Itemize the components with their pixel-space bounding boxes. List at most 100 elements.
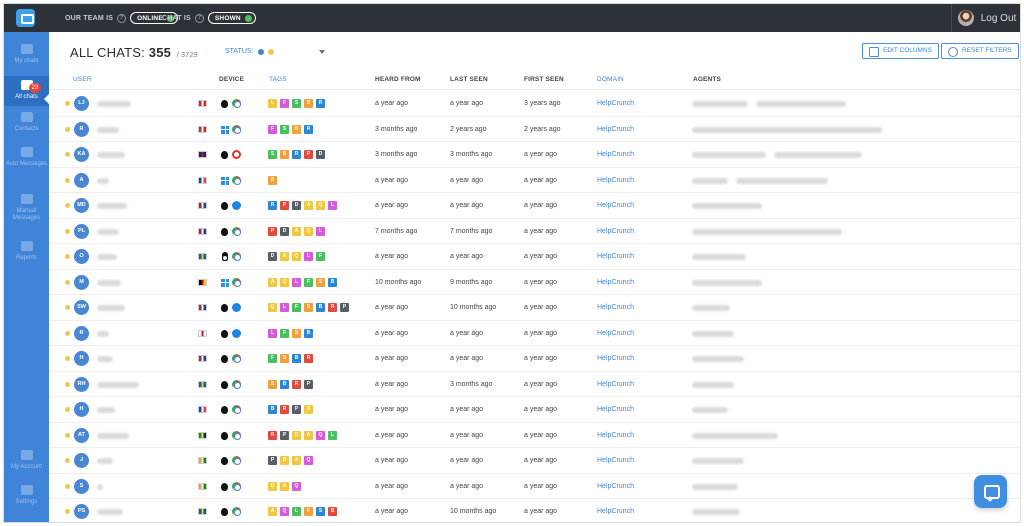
column-user[interactable]: USER <box>73 76 92 83</box>
tag-chip[interactable]: B <box>268 405 277 414</box>
column-tags[interactable]: TAGS <box>269 76 287 83</box>
tag-chip[interactable]: Q <box>280 507 289 516</box>
domain-link[interactable]: HelpCrunch <box>597 355 634 362</box>
chat-shown-toggle[interactable]: SHOWN <box>207 12 256 24</box>
tag-chip[interactable]: P <box>268 226 277 236</box>
tag-chip[interactable]: F <box>304 277 313 287</box>
chevron-down-icon[interactable] <box>319 50 325 54</box>
helpcrunch-logo-icon[interactable] <box>16 9 35 27</box>
tag-chip[interactable]: S <box>268 150 277 159</box>
table-row[interactable]: LJ LFSBR a year ago a year ago 3 years a… <box>49 91 1020 117</box>
tag-chip[interactable]: A <box>280 481 289 491</box>
tag-chip[interactable]: L <box>304 252 313 261</box>
tag-chip[interactable]: B <box>328 507 337 516</box>
tag-chip[interactable]: S <box>292 99 301 108</box>
column-last-seen[interactable]: LAST SEEN <box>450 76 488 83</box>
column-device[interactable]: DEVICE <box>219 76 244 83</box>
avatar[interactable]: O <box>74 249 89 264</box>
table-row[interactable]: J PDAQ a year ago a year ago a year ago … <box>49 448 1020 474</box>
tag-chip[interactable]: S <box>316 277 325 287</box>
avatar[interactable]: S <box>74 478 89 494</box>
tag-chip[interactable]: F <box>268 124 277 134</box>
table-row[interactable]: R LFSB a year ago a year ago a year ago … <box>49 321 1020 346</box>
tag-chip[interactable]: L <box>328 201 337 210</box>
sidebar-item-contacts[interactable]: Contacts <box>4 112 49 136</box>
tag-chip[interactable]: S <box>268 379 277 389</box>
tag-chip[interactable]: B <box>328 277 337 287</box>
tag-chip[interactable]: R <box>328 303 337 312</box>
tag-chip[interactable]: B <box>280 379 289 389</box>
tag-chip[interactable]: P <box>292 405 301 414</box>
table-row[interactable]: AT RPDAQL a year ago a year ago a year a… <box>49 423 1020 448</box>
avatar[interactable]: H <box>74 402 89 417</box>
tag-chip[interactable]: B <box>268 175 277 185</box>
tag-chip[interactable]: B <box>316 303 325 312</box>
column-first-seen[interactable]: FIRST SEEN <box>524 76 564 83</box>
tag-chip[interactable]: B <box>292 354 301 363</box>
tag-chip[interactable]: R <box>304 124 313 134</box>
avatar[interactable]: SW <box>74 300 89 315</box>
avatar[interactable]: R <box>74 325 89 341</box>
domain-link[interactable]: HelpCrunch <box>597 457 634 464</box>
table-row[interactable]: PL PDAQL 7 months ago 7 months ago a yea… <box>49 219 1020 244</box>
tag-chip[interactable]: A <box>304 430 313 440</box>
domain-link[interactable]: HelpCrunch <box>597 202 634 209</box>
table-row[interactable]: RH SBRP a year ago 3 months ago a year a… <box>49 372 1020 397</box>
tag-chip[interactable]: R <box>268 201 277 210</box>
tag-chip[interactable]: A <box>292 226 301 236</box>
domain-link[interactable]: HelpCrunch <box>597 432 634 439</box>
table-row[interactable]: R FSBR 3 months ago 2 years ago 2 years … <box>49 117 1020 142</box>
tag-chip[interactable]: L <box>292 507 301 516</box>
column-heard-from[interactable]: HEARD FROM <box>375 76 421 83</box>
tag-chip[interactable]: S <box>280 354 289 363</box>
domain-link[interactable]: HelpCrunch <box>597 279 634 286</box>
avatar[interactable]: J <box>74 453 89 468</box>
domain-link[interactable]: HelpCrunch <box>597 406 634 413</box>
tag-chip[interactable]: Q <box>304 226 313 236</box>
avatar[interactable]: A <box>74 172 89 188</box>
tag-chip[interactable]: Q <box>292 252 301 261</box>
domain-link[interactable]: HelpCrunch <box>597 381 634 388</box>
table-row[interactable]: S DAQ a year ago a year ago a year ago H… <box>49 474 1020 499</box>
domain-link[interactable]: HelpCrunch <box>597 304 634 311</box>
tag-chip[interactable]: R <box>280 405 289 414</box>
avatar[interactable]: PL <box>74 223 89 239</box>
tag-chip[interactable]: D <box>304 405 313 414</box>
tag-chip[interactable]: D <box>268 252 277 261</box>
tag-chip[interactable]: L <box>292 277 301 287</box>
avatar[interactable]: RH <box>74 376 89 392</box>
tag-chip[interactable]: Q <box>304 456 313 465</box>
tag-chip[interactable]: F <box>304 507 313 516</box>
tag-chip[interactable]: D <box>316 150 325 159</box>
column-domain[interactable]: DOMAIN <box>597 76 624 83</box>
table-row[interactable]: MD RPDAQL a year ago a year ago a year a… <box>49 193 1020 219</box>
sidebar-item-auto-messages[interactable]: Auto Messages <box>4 147 49 179</box>
domain-link[interactable]: HelpCrunch <box>597 253 634 260</box>
tag-chip[interactable]: L <box>316 226 325 236</box>
chat-widget-button[interactable] <box>974 475 1007 508</box>
tag-chip[interactable]: A <box>292 456 301 465</box>
tag-chip[interactable]: S <box>280 124 289 134</box>
tag-chip[interactable]: F <box>280 99 289 108</box>
tag-chip[interactable]: Q <box>292 481 301 491</box>
table-row[interactable]: H BRPD a year ago a year ago a year ago … <box>49 397 1020 423</box>
avatar[interactable]: AT <box>74 427 89 443</box>
tag-chip[interactable]: L <box>268 99 277 108</box>
reset-filters-button[interactable]: RESET FILTERS <box>941 43 1019 59</box>
table-row[interactable]: SW QLFSBRP a year ago 10 months ago a ye… <box>49 295 1020 321</box>
tag-chip[interactable]: R <box>304 354 313 363</box>
tag-chip[interactable]: D <box>292 430 301 440</box>
avatar[interactable]: KA <box>74 147 89 162</box>
table-row[interactable]: H FSBR a year ago a year ago a year ago … <box>49 346 1020 372</box>
sidebar-item-manual-messages[interactable]: Manual Messages <box>4 194 49 226</box>
domain-link[interactable]: HelpCrunch <box>597 330 634 337</box>
tag-chip[interactable]: S <box>292 328 301 338</box>
tag-chip[interactable]: F <box>268 354 277 363</box>
tag-chip[interactable]: D <box>292 201 301 210</box>
avatar[interactable]: M <box>74 274 89 290</box>
tag-chip[interactable]: A <box>268 507 277 516</box>
tag-chip[interactable]: A <box>280 252 289 261</box>
tag-chip[interactable]: L <box>328 430 337 440</box>
domain-link[interactable]: HelpCrunch <box>597 483 634 490</box>
status-filter[interactable]: STATUS: <box>225 48 274 55</box>
